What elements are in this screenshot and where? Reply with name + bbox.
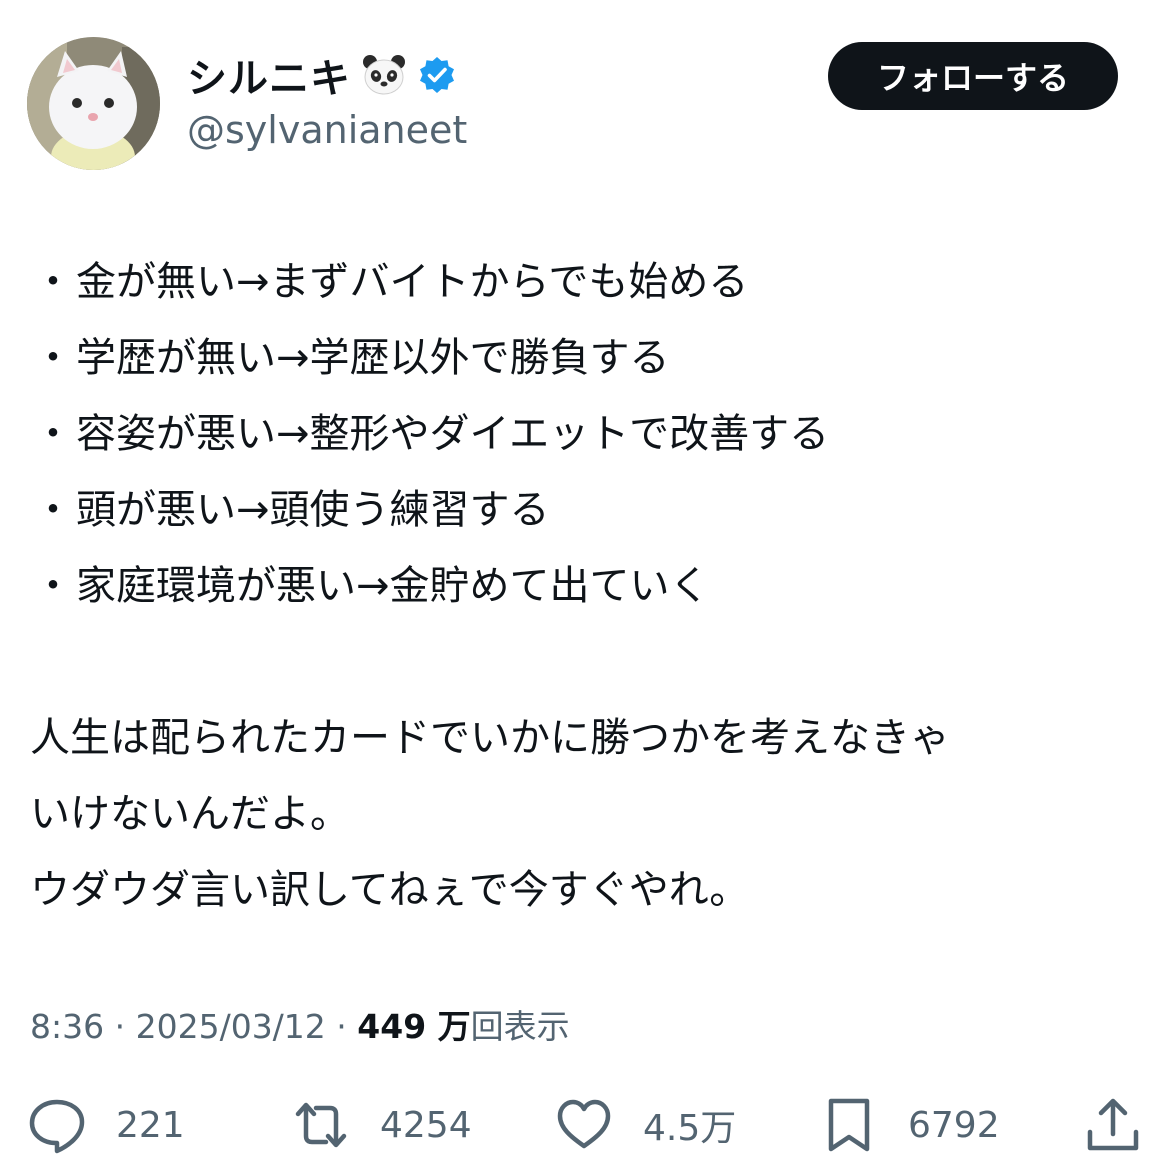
avatar-image (27, 37, 160, 170)
bookmark-icon (828, 1098, 870, 1152)
tweet-text: ・金が無い→まずバイトからでも始める ・学歴が無い→学歴以外で勝負する ・容姿が… (30, 244, 1140, 928)
repost-count: 4254 (380, 1104, 472, 1146)
verified-badge-icon[interactable] (417, 55, 457, 95)
paragraph-line: いけないんだよ。 (30, 791, 350, 837)
repost-icon (295, 1102, 347, 1148)
bullet-item: ・金が無い→まずバイトからでも始める (33, 259, 749, 305)
action-bar: 221 4254 4.5万 6792 (0, 1090, 1170, 1160)
tweet-paragraph: 人生は配られたカードでいかに勝つかを考えなきゃ いけないんだよ。 ウダウダ言い訳… (30, 700, 1140, 928)
tweet-meta: 8:36 · 2025/03/12 · 449 万回表示 (30, 1000, 570, 1048)
heart-icon (557, 1099, 611, 1149)
tweet-time[interactable]: 8:36 (30, 1007, 104, 1046)
display-name[interactable]: シルニキ (187, 46, 351, 104)
bookmark-count: 6792 (908, 1104, 1000, 1146)
like-count: 4.5万 (643, 1108, 737, 1149)
meta-separator: · (104, 1007, 136, 1046)
reply-button[interactable]: 221 (28, 1090, 185, 1160)
paragraph-line: 人生は配られたカードでいかに勝つかを考えなきゃ (30, 715, 950, 761)
like-button[interactable]: 4.5万 (555, 1090, 736, 1160)
bullet-item: ・容姿が悪い→整形やダイエットで改善する (33, 411, 830, 457)
avatar[interactable] (27, 37, 160, 170)
share-button[interactable] (1084, 1090, 1142, 1160)
views-label: 回表示 (470, 1007, 570, 1046)
bullet-item: ・家庭環境が悪い→金貯めて出ていく (33, 563, 710, 609)
author-name-row[interactable]: シルニキ (187, 50, 457, 102)
tweet-date[interactable]: 2025/03/12 (136, 1007, 326, 1046)
views-count: 449 万 (357, 1007, 471, 1046)
reply-count: 221 (116, 1104, 185, 1146)
author-handle[interactable]: @sylvanianeet (187, 108, 467, 152)
repost-button[interactable]: 4254 (292, 1090, 472, 1160)
follow-button[interactable]: フォローする (828, 42, 1118, 110)
bookmark-button[interactable]: 6792 (820, 1090, 1000, 1160)
meta-separator: · (325, 1007, 358, 1046)
panda-face-icon (363, 55, 405, 95)
paragraph-line: ウダウダ言い訳してねぇで今すぐやれ。 (30, 867, 750, 913)
share-icon (1087, 1098, 1139, 1151)
bullet-item: ・頭が悪い→頭使う練習する (33, 487, 550, 533)
reply-icon (29, 1099, 85, 1154)
bullet-item: ・学歴が無い→学歴以外で勝負する (33, 335, 670, 381)
